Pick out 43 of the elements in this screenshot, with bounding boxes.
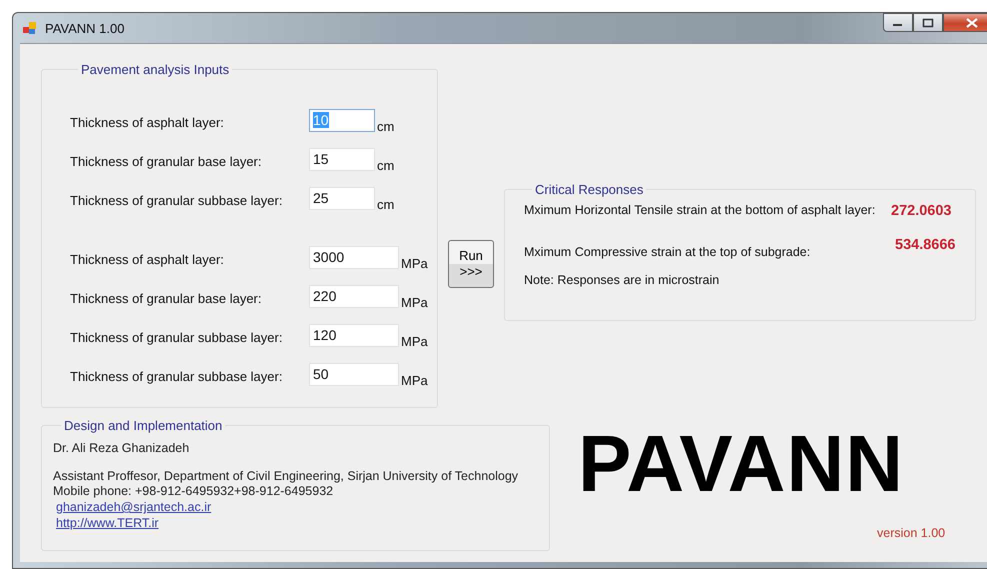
author-position: Assistant Proffesor, Department of Civil Engineering, Sirjan University of Technology [53, 469, 520, 484]
phone-text: Mobile phone: +98-912-6495932+98-912-6495932 [53, 484, 334, 499]
unit-label: MPa [401, 295, 428, 310]
input-field[interactable]: 3000 [309, 246, 399, 269]
field-label: Thickness of asphalt layer: [70, 115, 225, 132]
author-name: Dr. Ali Reza Ghanizadeh [53, 441, 190, 455]
response-value: 534.8666 [895, 237, 956, 253]
logo-text: PAVANN [578, 424, 904, 504]
response-label: Mximum Horizontal Tensile strain at the bottom of asphalt layer: [524, 203, 876, 217]
field-label: Thickness of granular subbase layer: [70, 193, 284, 210]
field-label: Thickness of granular subbase layer: [70, 330, 284, 347]
email-link[interactable]: ghanizadeh@srjantech.ac.ir [56, 499, 212, 515]
close-button[interactable] [943, 13, 987, 32]
response-label: Mximum Compressive strain at the top of subgrade: [524, 244, 812, 259]
website-link[interactable]: http://www.TERT.ir [56, 515, 159, 531]
unit-label: MPa [401, 256, 428, 271]
note-text: Note: Responses are in microstrain [524, 273, 720, 287]
unit-label: MPa [401, 334, 428, 349]
unit-label: cm [377, 119, 394, 134]
field-label: Thickness of granular subbase layer: [70, 369, 284, 386]
version-text: version 1.00 [877, 526, 946, 540]
group-title: Design and Implementation [63, 418, 224, 433]
field-label: Thickness of asphalt layer: [70, 252, 225, 269]
input-field[interactable]: 25 [309, 187, 375, 210]
field-label: Thickness of granular base layer: [70, 291, 262, 308]
input-field[interactable]: 50 [309, 363, 399, 386]
minimize-button[interactable] [883, 13, 913, 32]
maximize-icon [922, 18, 934, 28]
group-title: Pavement analysis Inputs [80, 62, 230, 77]
group-title: Critical Responses [534, 182, 644, 197]
app-icon [23, 21, 37, 35]
field-label: Thickness of granular base layer: [70, 154, 262, 171]
input-field[interactable]: 220 [309, 285, 399, 308]
input-field[interactable]: 15 [309, 148, 375, 171]
unit-label: MPa [401, 373, 428, 388]
response-value: 272.0603 [891, 203, 952, 219]
input-field[interactable]: 120 [309, 324, 399, 347]
unit-label: cm [377, 158, 394, 173]
maximize-button[interactable] [913, 13, 943, 32]
run-button[interactable]: Run >>> [448, 240, 494, 288]
close-icon [966, 18, 978, 28]
window-title: PAVANN 1.00 [45, 20, 124, 36]
unit-label: cm [377, 197, 394, 212]
